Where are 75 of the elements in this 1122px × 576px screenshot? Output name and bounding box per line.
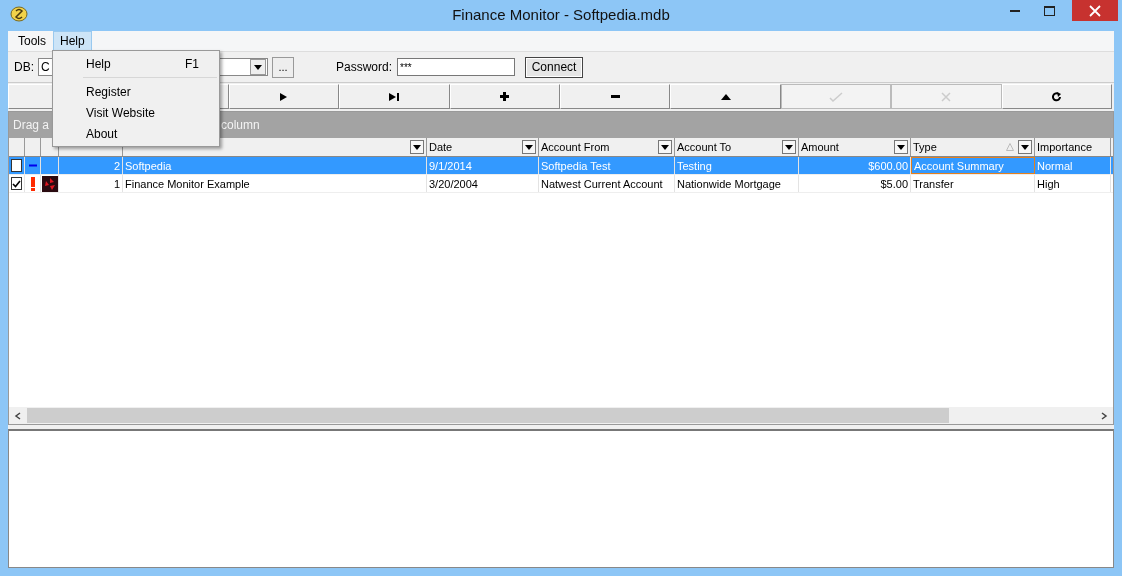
menu-item[interactable]: Help bbox=[53, 31, 92, 51]
chevron-left-icon[interactable] bbox=[14, 411, 22, 420]
table-cell: Account Summary bbox=[911, 157, 1035, 174]
triangle-up-icon bbox=[720, 93, 731, 100]
checkmark-icon bbox=[828, 91, 843, 102]
filter-dropdown-button[interactable] bbox=[782, 140, 796, 154]
checkmark-icon bbox=[12, 179, 21, 188]
edit-button[interactable] bbox=[670, 84, 781, 109]
password-field[interactable]: *** bbox=[397, 58, 516, 76]
table-cell: 3/20/2004 bbox=[427, 175, 539, 192]
maximize-icon bbox=[1043, 5, 1055, 16]
row-checkbox[interactable] bbox=[11, 177, 22, 190]
caret-icon bbox=[525, 144, 533, 150]
table-cell: 1 bbox=[59, 175, 123, 192]
table-row[interactable]: 1 Finance Monitor Example 3/20/2004 Natwest Current Account Nationwide Mortgage $5.00 Transfer High bbox=[9, 175, 1113, 193]
menu-entry[interactable]: About bbox=[53, 123, 219, 144]
password-label: Password: bbox=[336, 60, 393, 74]
table-cell: Finance Monitor Example bbox=[123, 175, 427, 192]
table-cell: Softpedia bbox=[123, 157, 427, 174]
row-checkbox[interactable] bbox=[11, 159, 22, 172]
caret-icon bbox=[897, 144, 905, 150]
window-title: Finance Monitor - Softpedia.mdb bbox=[452, 6, 670, 23]
table-cell: Natwest Current Account bbox=[539, 175, 675, 192]
refresh-icon bbox=[1051, 91, 1062, 102]
table-cell: 2 bbox=[59, 157, 123, 174]
column-header[interactable]: Importance bbox=[1037, 141, 1110, 153]
filter-dropdown-button[interactable] bbox=[410, 140, 424, 154]
insert-button[interactable] bbox=[449, 84, 560, 109]
table-cell: Testing bbox=[675, 157, 799, 174]
chevron-right-icon[interactable] bbox=[1100, 411, 1108, 420]
menu-entry[interactable]: Help F1 bbox=[53, 53, 219, 74]
table-cell: $5.00 bbox=[799, 175, 911, 192]
cross-icon bbox=[941, 91, 952, 102]
caret-icon bbox=[661, 144, 669, 150]
close-button[interactable] bbox=[1072, 0, 1118, 21]
last-button[interactable] bbox=[339, 84, 450, 109]
column-header[interactable]: Account To bbox=[677, 141, 782, 153]
db-label: DB: bbox=[14, 60, 34, 74]
table-cell: High bbox=[1035, 175, 1111, 192]
next-button[interactable] bbox=[228, 84, 340, 109]
caret-icon bbox=[1021, 144, 1029, 150]
filter-dropdown-button[interactable] bbox=[658, 140, 672, 154]
menu-entry[interactable]: Register bbox=[53, 81, 219, 102]
minimize-icon bbox=[1010, 9, 1020, 12]
delete-button[interactable] bbox=[559, 84, 671, 109]
browse-button[interactable]: ... bbox=[272, 56, 294, 78]
menu-item[interactable]: Tools bbox=[11, 31, 53, 51]
filter-dropdown-button[interactable] bbox=[522, 140, 536, 154]
column-header[interactable]: Amount bbox=[801, 141, 894, 153]
caret-icon bbox=[254, 64, 262, 70]
group-panel-hint: column bbox=[221, 118, 260, 132]
plus-icon bbox=[500, 92, 510, 101]
minus-icon bbox=[610, 95, 620, 98]
table-cell: Transfer bbox=[911, 175, 1035, 192]
caret-icon bbox=[785, 144, 793, 150]
app-icon bbox=[10, 5, 28, 23]
table-cell: $600.00 bbox=[799, 157, 911, 174]
column-header[interactable]: Date bbox=[429, 141, 522, 153]
connect-button[interactable]: Connect bbox=[525, 56, 584, 78]
close-icon bbox=[1089, 4, 1101, 17]
horizontal-scrollbar[interactable] bbox=[9, 407, 1113, 424]
table-cell: Softpedia Test bbox=[539, 157, 675, 174]
menu-entry[interactable]: Visit Website bbox=[53, 102, 219, 123]
filter-dropdown-button[interactable] bbox=[1018, 140, 1032, 154]
column-header[interactable]: Type bbox=[913, 141, 1006, 153]
skip-end-icon bbox=[389, 92, 400, 101]
filter-dropdown-button[interactable] bbox=[894, 140, 908, 154]
caret-icon bbox=[413, 144, 421, 150]
refresh-button[interactable] bbox=[1001, 84, 1112, 109]
table-cell: Nationwide Mortgage bbox=[675, 175, 799, 192]
table-cell: 9/1/2014 bbox=[427, 157, 539, 174]
table-cell: Normal bbox=[1035, 157, 1111, 174]
play-icon bbox=[280, 92, 288, 101]
group-panel-hint: Drag a bbox=[13, 118, 50, 132]
column-header[interactable]: Account From bbox=[541, 141, 658, 153]
